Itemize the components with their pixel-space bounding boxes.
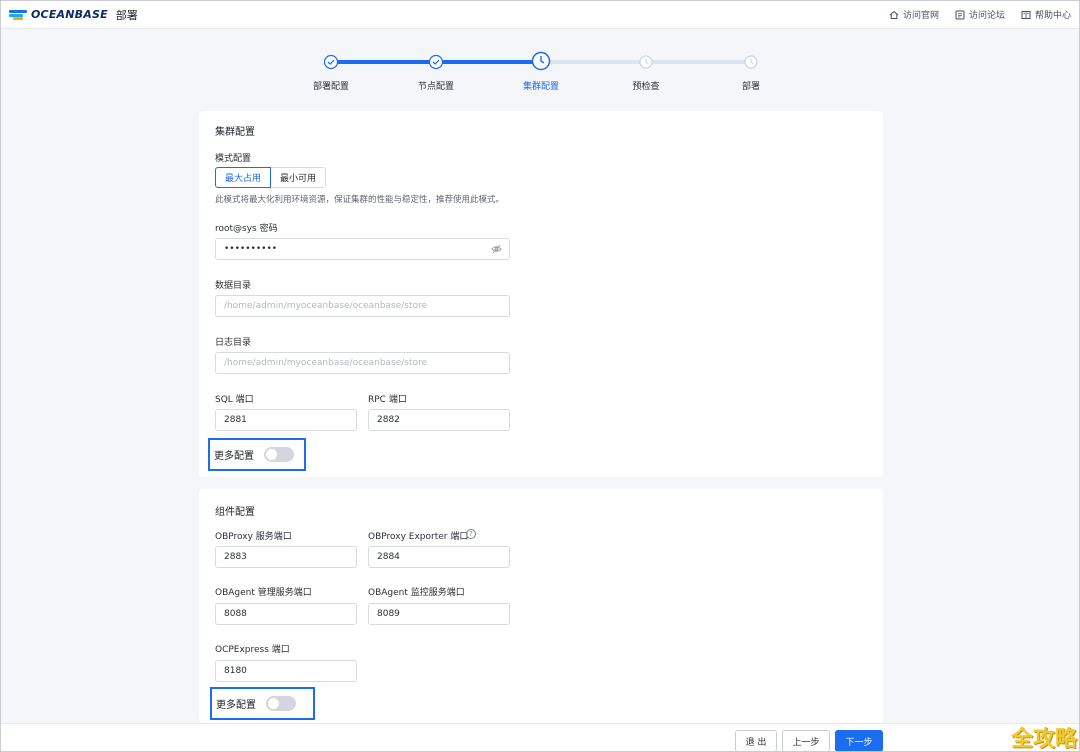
component-config-card: 组件配置 OBProxy 服务端口 2883 OBProxy Exporter … [199, 489, 883, 723]
step-clock-icon [742, 53, 760, 71]
obproxy-port-value: 2883 [224, 552, 247, 562]
mode-option-min[interactable]: 最小可用 [271, 167, 327, 188]
link-forum[interactable]: 访问论坛 [955, 8, 1005, 21]
cluster-config-card: 集群配置 模式配置 最大占用 最小可用 此模式将最大化利用环境资源，保证集群的性… [199, 111, 883, 477]
app-window: OCEANBASE 部署 访问官网 访问论坛 帮助中心 部署配置 节点配置 集群… [0, 0, 1080, 752]
watermark: 全攻略 [1011, 727, 1078, 752]
step-check-icon [322, 53, 340, 71]
sql-port-label: SQL 端口 [215, 395, 254, 405]
obagent-mon-input[interactable]: 8089 [368, 603, 510, 625]
mode-option-max[interactable]: 最大占用 [215, 167, 272, 188]
obproxy-exporter-label: OBProxy Exporter 端口 [368, 532, 469, 542]
step-label: 部署 [741, 82, 761, 92]
home-icon [889, 10, 899, 20]
link-help-center[interactable]: 帮助中心 [1021, 8, 1071, 21]
rpc-port-label: RPC 端口 [368, 395, 407, 405]
step-label: 预检查 [632, 82, 660, 92]
step-label: 部署配置 [312, 82, 350, 92]
password-value: •••••••••• [224, 244, 278, 254]
ocp-express-label: OCPExpress 端口 [215, 645, 290, 655]
cluster-more-config-label: 更多配置 [214, 451, 254, 462]
ocp-express-value: 8180 [224, 666, 247, 676]
progress-steps: 部署配置 节点配置 集群配置 预检查 部署 [291, 51, 791, 95]
footer-bar: 退 出 上一步 下一步 [1, 723, 1079, 751]
next-step-button[interactable]: 下一步 [835, 730, 883, 751]
data-dir-label: 数据目录 [215, 281, 252, 291]
password-input[interactable]: •••••••••• [215, 238, 510, 260]
link-help-center-label: 帮助中心 [1034, 11, 1071, 21]
rpc-port-value: 2882 [377, 415, 400, 425]
log-dir-input[interactable]: /home/admin/myoceanbase/oceanbase/store [215, 352, 510, 374]
obagent-mgr-input[interactable]: 8088 [215, 603, 357, 625]
header-links: 访问官网 访问论坛 帮助中心 [889, 8, 1071, 21]
link-official-site[interactable]: 访问官网 [889, 8, 939, 21]
obproxy-port-label: OBProxy 服务端口 [215, 532, 292, 542]
oceanbase-logo-icon [9, 9, 27, 20]
eye-off-icon[interactable] [491, 244, 502, 257]
data-dir-input[interactable]: /home/admin/myoceanbase/oceanbase/store [215, 295, 510, 317]
top-header: OCEANBASE 部署 访问官网 访问论坛 帮助中心 [1, 1, 1079, 29]
log-dir-label: 日志目录 [215, 338, 252, 348]
mode-selector: 最大占用 最小可用 [215, 167, 327, 188]
step-label: 集群配置 [522, 82, 560, 92]
cluster-more-config-toggle[interactable] [264, 447, 294, 462]
mode-label: 模式配置 [215, 154, 252, 164]
brand: OCEANBASE 部署 [9, 7, 138, 23]
password-label: root@sys 密码 [215, 224, 278, 234]
obagent-mon-value: 8089 [377, 609, 400, 619]
step-clock-icon [637, 53, 655, 71]
forum-icon [955, 10, 965, 20]
step-label: 节点配置 [417, 82, 455, 92]
component-more-config: 更多配置 [210, 687, 315, 720]
prev-step-button[interactable]: 上一步 [782, 730, 830, 751]
obproxy-port-input[interactable]: 2883 [215, 546, 357, 568]
exit-button[interactable]: 退 出 [735, 730, 777, 751]
link-forum-label: 访问论坛 [968, 11, 1005, 21]
question-icon[interactable]: ? [466, 529, 476, 539]
rpc-port-input[interactable]: 2882 [368, 409, 510, 431]
obagent-mgr-label: OBAgent 管理服务端口 [215, 588, 312, 598]
cluster-config-title: 集群配置 [215, 127, 255, 138]
obagent-mgr-value: 8088 [224, 609, 247, 619]
brand-name: OCEANBASE [31, 8, 108, 21]
book-icon [1021, 10, 1031, 20]
log-dir-placeholder: /home/admin/myoceanbase/oceanbase/store [224, 358, 428, 368]
ocp-express-input[interactable]: 8180 [215, 660, 357, 682]
obagent-mon-label: OBAgent 监控服务端口 [368, 588, 465, 598]
component-config-title: 组件配置 [215, 507, 255, 518]
component-more-config-toggle[interactable] [266, 696, 296, 711]
obproxy-exporter-value: 2884 [377, 552, 400, 562]
link-official-site-label: 访问官网 [902, 11, 939, 21]
sql-port-value: 2881 [224, 415, 247, 425]
step-clock-icon [531, 51, 551, 71]
component-more-config-label: 更多配置 [216, 700, 256, 711]
cluster-more-config: 更多配置 [208, 438, 306, 471]
obproxy-exporter-input[interactable]: 2884 [368, 546, 510, 568]
mode-hint: 此模式将最大化利用环境资源，保证集群的性能与稳定性，推荐使用此模式。 [215, 195, 505, 205]
data-dir-placeholder: /home/admin/myoceanbase/oceanbase/store [224, 301, 428, 311]
brand-subtitle: 部署 [115, 8, 138, 22]
step-check-icon [427, 53, 445, 71]
sql-port-input[interactable]: 2881 [215, 409, 357, 431]
